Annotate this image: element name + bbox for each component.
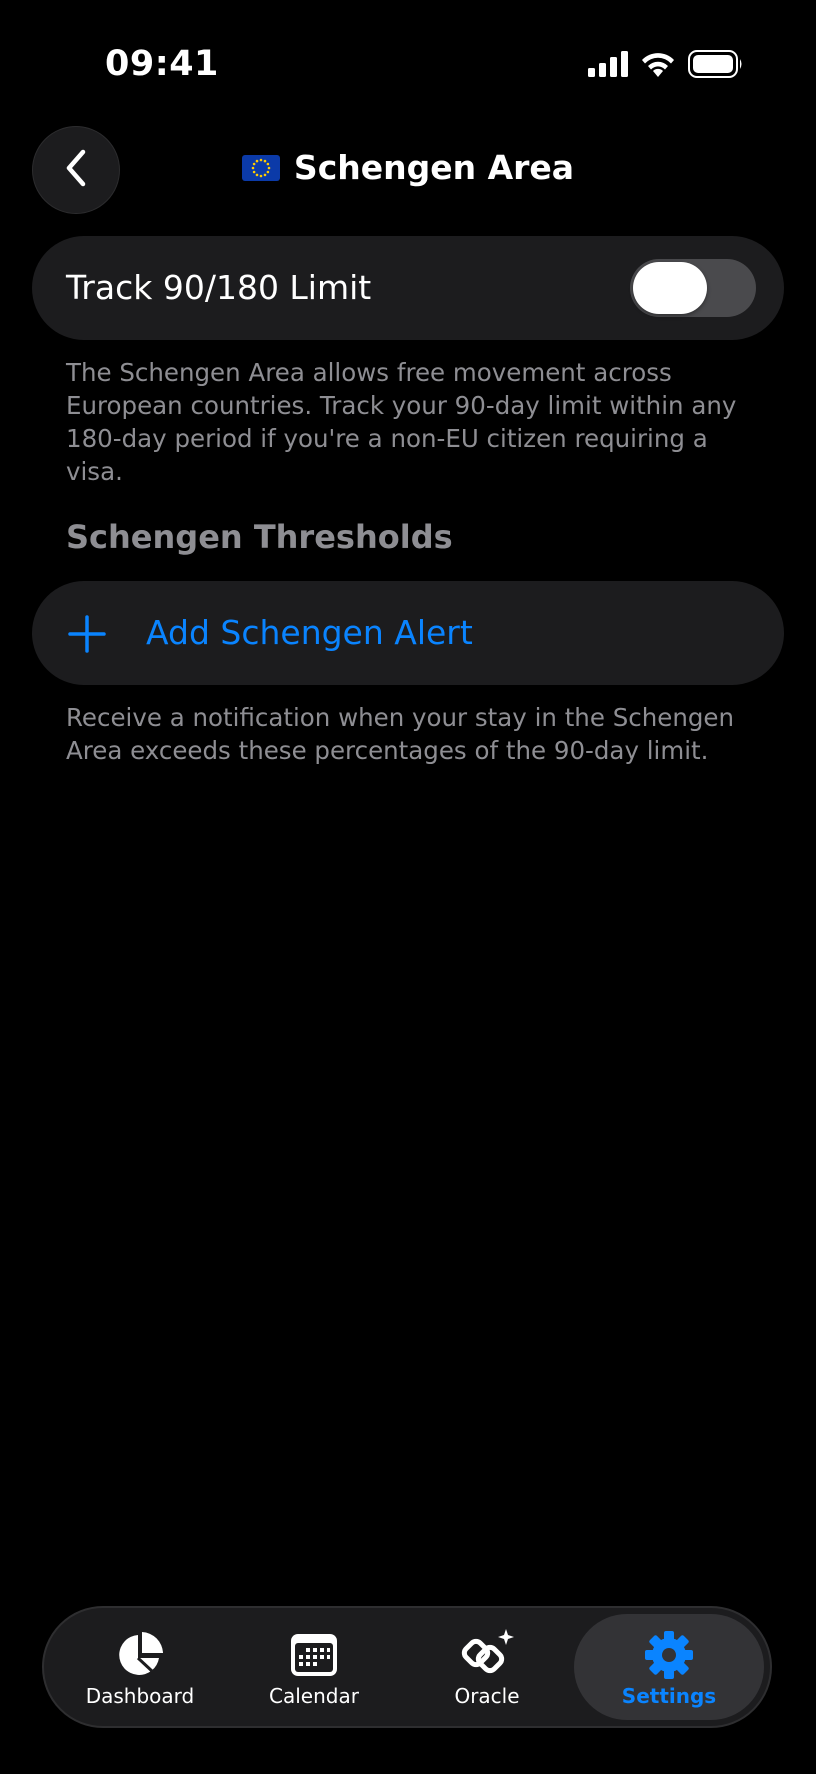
page-header: Schengen Area — [0, 148, 816, 187]
eu-flag-icon — [241, 154, 280, 181]
add-alert-label: Add Schengen Alert — [146, 613, 473, 652]
track-limit-row: Track 90/180 Limit — [32, 236, 784, 340]
schengen-description: The Schengen Area allows free movement a… — [66, 358, 737, 486]
tab-label: Settings — [621, 1684, 717, 1708]
tab-label: Dashboard — [85, 1684, 195, 1708]
track-limit-label: Track 90/180 Limit — [66, 268, 372, 307]
battery-icon — [688, 50, 744, 82]
track-limit-toggle[interactable] — [630, 259, 756, 317]
status-time: 09:41 — [105, 44, 219, 84]
calendar-icon — [290, 1630, 338, 1680]
gear-icon — [644, 1630, 694, 1680]
status-icons — [588, 50, 744, 82]
cellular-signal-icon — [588, 51, 628, 81]
tab-dashboard[interactable]: Dashboard — [54, 1608, 226, 1726]
tab-bar: Dashboard Calendar Oracle Settings — [42, 1606, 772, 1728]
wifi-icon — [640, 51, 676, 81]
plus-icon — [68, 615, 106, 657]
tab-settings[interactable]: Settings — [574, 1614, 764, 1720]
tab-label: Oracle — [454, 1684, 520, 1708]
page-title: Schengen Area — [293, 148, 575, 187]
pie-chart-icon — [115, 1630, 165, 1680]
thresholds-footnote: Receive a notification when your stay in… — [66, 703, 734, 765]
tab-calendar[interactable]: Calendar — [228, 1608, 400, 1726]
add-schengen-alert-button[interactable]: Add Schengen Alert — [32, 581, 784, 685]
tab-label: Calendar — [269, 1684, 359, 1708]
oracle-sparkle-icon — [460, 1629, 514, 1680]
thresholds-section-title: Schengen Thresholds — [66, 518, 453, 556]
toggle-knob — [633, 262, 707, 314]
tab-oracle[interactable]: Oracle — [401, 1608, 573, 1726]
